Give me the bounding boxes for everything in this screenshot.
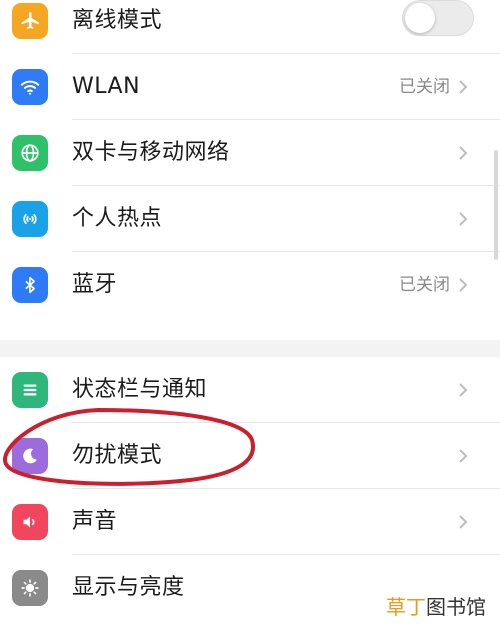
watermark: 草丁图书馆	[382, 589, 490, 622]
watermark-suffix: 图书馆	[426, 595, 486, 619]
watermark-brand: 草丁	[386, 595, 426, 619]
red-circle-annotation	[3, 407, 256, 486]
